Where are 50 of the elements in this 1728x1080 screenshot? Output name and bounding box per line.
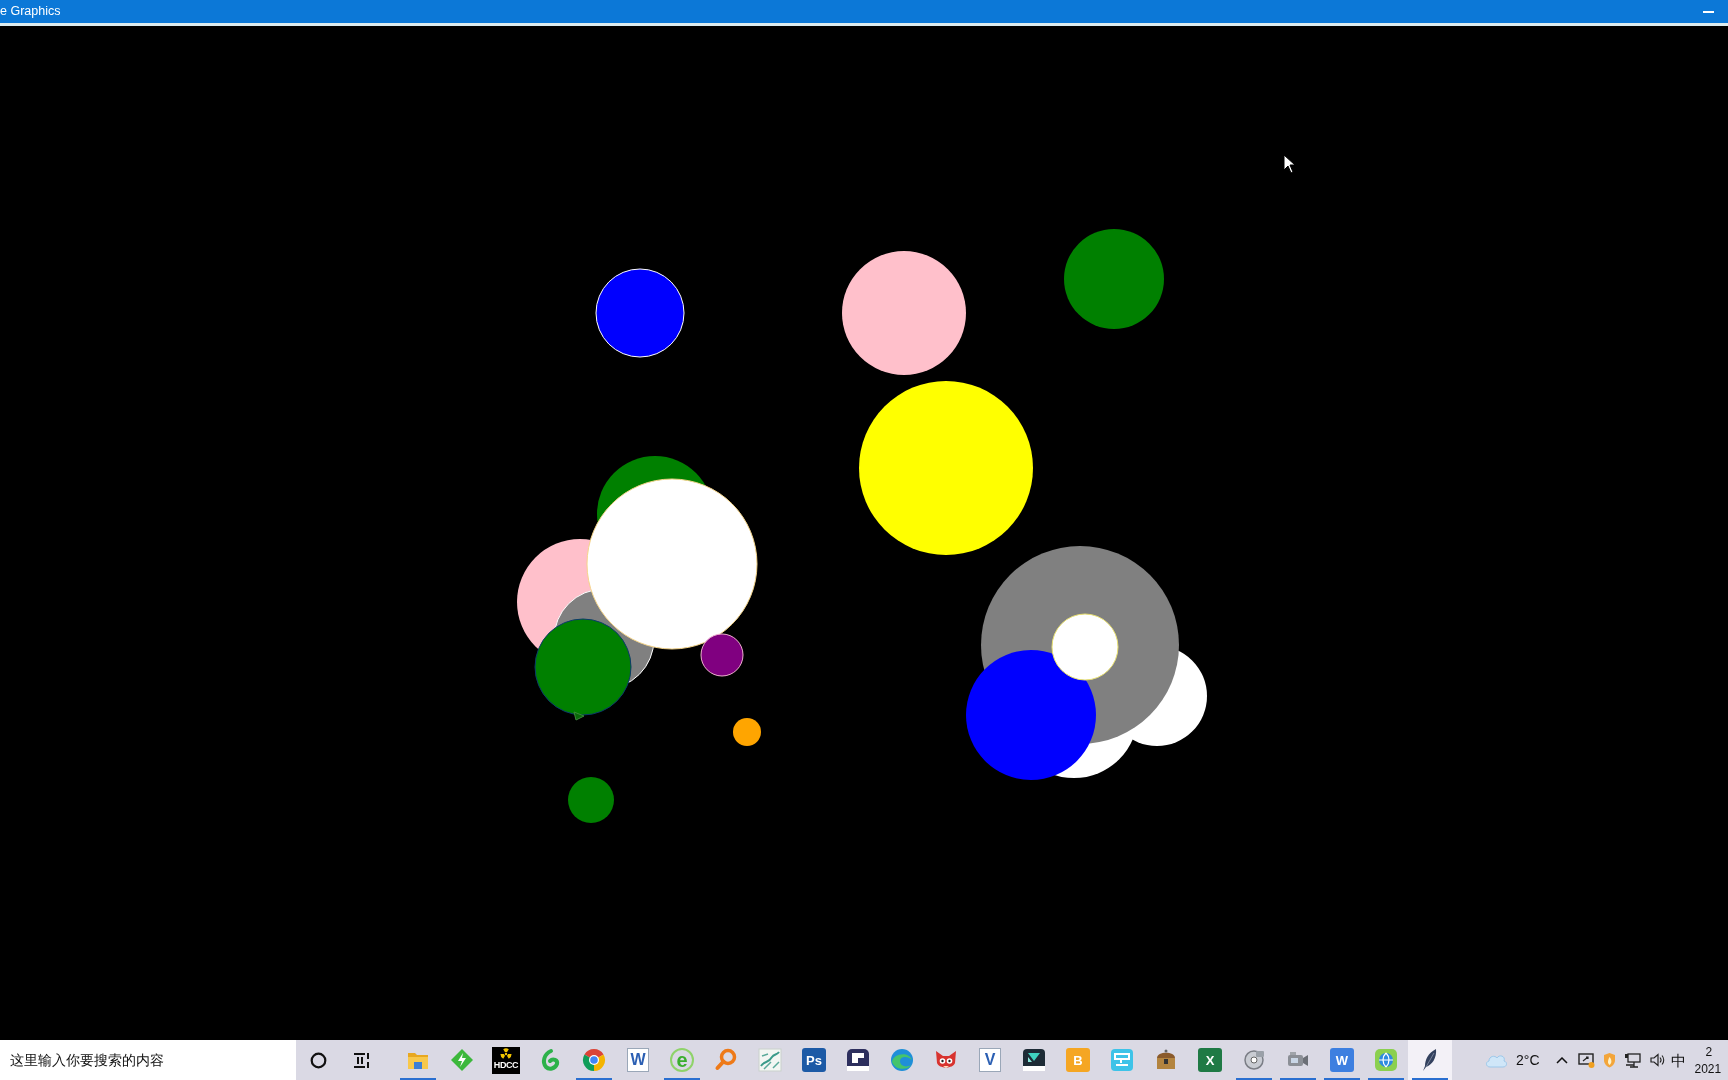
tile-icon <box>846 1048 870 1072</box>
mouse-pointer-icon <box>1283 154 1296 174</box>
window-title: e Graphics <box>0 5 61 18</box>
running-indicator <box>1236 1078 1272 1080</box>
app-logo: Ps <box>802 1048 826 1072</box>
app-logo: V <box>979 1048 1001 1072</box>
lightning-icon <box>450 1048 474 1072</box>
taskbar-app-button[interactable]: V <box>968 1040 1012 1080</box>
taskbar-app-button[interactable]: W <box>616 1040 660 1080</box>
taskbar-app-button[interactable]: W <box>1320 1040 1364 1080</box>
clock-date[interactable]: 2021 <box>1694 1062 1722 1075</box>
app-logo: HDCC <box>492 1046 520 1074</box>
running-indicator <box>1324 1078 1360 1080</box>
minimize-icon[interactable] <box>1702 10 1714 13</box>
network-icon[interactable] <box>1624 1052 1641 1068</box>
caret-up-icon[interactable] <box>1555 1056 1568 1064</box>
taskbar-app-button[interactable]: X <box>1188 1040 1232 1080</box>
globe-icon <box>1374 1048 1398 1072</box>
taskbar-app-button[interactable] <box>1408 1040 1452 1080</box>
weather-text[interactable]: 2°C <box>1516 1053 1540 1067</box>
wave-icon <box>890 1048 914 1072</box>
task-view-icon[interactable] <box>354 1052 370 1068</box>
running-indicator <box>576 1078 612 1080</box>
tile-icon <box>1110 1048 1134 1072</box>
app-logo: X <box>1198 1048 1222 1072</box>
shield-icon[interactable] <box>1602 1052 1616 1068</box>
triangle-tile-icon <box>1022 1048 1046 1072</box>
taskbar-app-button[interactable]: Ps <box>792 1040 836 1080</box>
app-logo: W <box>627 1048 649 1072</box>
running-indicator <box>1412 1078 1448 1080</box>
map-icon <box>758 1048 782 1072</box>
running-indicator <box>1368 1078 1404 1080</box>
magnifier-icon <box>714 1048 738 1072</box>
clock-time[interactable]: 2 <box>1694 1045 1713 1058</box>
input-method-text[interactable]: 中 <box>1670 1052 1686 1068</box>
app-logo: W <box>1330 1048 1354 1072</box>
ring-icon[interactable] <box>309 1051 327 1069</box>
color-wheel-icon <box>582 1048 606 1072</box>
chest-icon <box>1154 1048 1178 1072</box>
volume-icon[interactable] <box>1649 1053 1665 1067</box>
taskbar-app-button[interactable]: HDCC <box>484 1040 528 1080</box>
running-indicator <box>400 1078 436 1080</box>
disc-icon <box>1242 1048 1266 1072</box>
monitor-icon[interactable] <box>1577 1052 1595 1068</box>
app-logo: e <box>670 1048 694 1072</box>
app-logo: B <box>1066 1048 1090 1072</box>
running-indicator <box>664 1078 700 1080</box>
triangle-icon <box>573 711 585 721</box>
search-field[interactable]: 这里输入你要搜索的内容 <box>0 1040 296 1080</box>
running-indicator <box>1280 1078 1316 1080</box>
